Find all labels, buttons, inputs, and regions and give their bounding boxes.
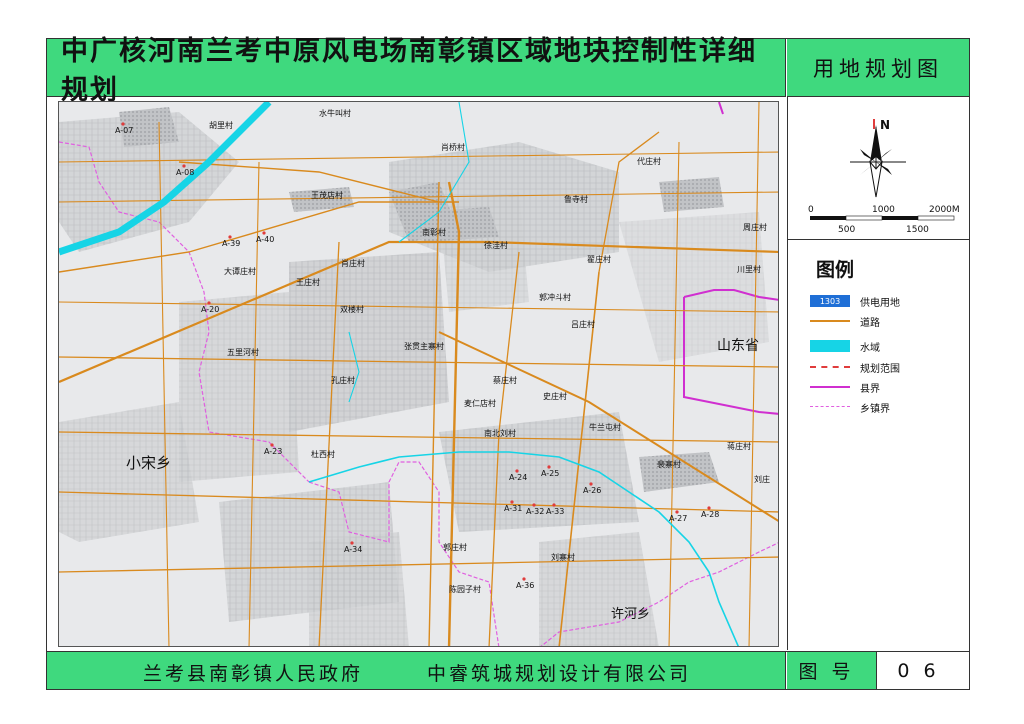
village-label: 肖桥村: [441, 142, 465, 152]
town-border-swatch: [810, 401, 850, 413]
legend-label-county-border: 县界: [860, 383, 880, 395]
footer: 兰考县南彰镇人民政府 中睿筑城规划设计有限公司 图号 06: [47, 651, 969, 689]
power-land-swatch: 1303: [810, 295, 850, 307]
village-label: 鲁寺村: [564, 194, 588, 204]
region-label: 山东省: [717, 338, 759, 354]
site-label: A-23: [264, 447, 282, 456]
scale-bar: 0 1000 2000M 500 1500: [808, 205, 960, 235]
map-title: 中广核河南兰考中原风电场南彰镇区域地块控制性详细规划: [61, 35, 757, 106]
sheet-title: 用地规划图: [813, 56, 943, 81]
village-label: 陈园子村: [449, 584, 481, 594]
village-label: 裴寨村: [657, 459, 681, 469]
village-label: 史庄村: [543, 391, 567, 401]
compass-scale-box: N 0 1000 2000M 500 1500: [788, 97, 969, 240]
legend-item-county-border: 县界: [810, 379, 880, 395]
village-label: 王茂店村: [311, 190, 343, 200]
village-label: 徐洼村: [484, 240, 508, 250]
sheet-title-box: 用地规划图: [787, 39, 969, 97]
side-panel: N 0 1000 2000M 500 1500 图例 1303 供电用地 道路: [787, 97, 969, 650]
scale-label-2000: 2000M: [929, 205, 960, 215]
water-swatch: [810, 340, 850, 352]
footer-government: 兰考县南彰镇人民政府: [143, 663, 364, 685]
village-label: 南彰村: [422, 227, 446, 237]
village-label: 双楼村: [340, 304, 364, 314]
drawing-number: 06: [878, 652, 969, 689]
village-label: 麦仁店村: [464, 398, 496, 408]
scale-label-0: 0: [808, 205, 814, 215]
village-label: 吕庄村: [571, 319, 595, 329]
legend-item-town-border: 乡镇界: [810, 399, 890, 415]
village-label: 杜西村: [311, 449, 335, 459]
village-label: 南北刘村: [484, 428, 516, 438]
village-label: 王庄村: [296, 277, 320, 287]
scale-label-500: 500: [838, 225, 855, 235]
site-label: A-33: [546, 507, 564, 516]
village-label: 胡里村: [209, 120, 233, 130]
legend-label-power: 供电用地: [860, 297, 900, 309]
north-arrow-icon: [850, 119, 906, 198]
legend-item-road: 道路: [810, 313, 880, 329]
region-label: 小宋乡: [126, 454, 171, 472]
site-label: A-27: [669, 514, 687, 523]
title-bar: 中广核河南兰考中原风电场南彰镇区域地块控制性详细规划: [47, 36, 786, 106]
planning-scope-swatch: [810, 361, 850, 373]
legend-label-town-border: 乡镇界: [860, 403, 890, 415]
site-label: A-40: [256, 235, 274, 244]
village-label: 肖庄村: [341, 258, 365, 268]
village-label: 五里河村: [227, 347, 259, 357]
village-label: 代庄村: [637, 156, 661, 166]
map-svg: 水牛叫村胡里村肖桥村代庄村王茂店村 鲁寺村南彰村徐洼村 周庄村大谭庄村 肖庄村 翟庄村川…: [59, 102, 778, 646]
legend-item-power: 1303 供电用地: [810, 293, 900, 309]
legend-label-planning-scope: 规划范围: [860, 363, 900, 375]
village-label: 翟庄村: [587, 254, 611, 264]
drawing-number-label: 图号: [787, 652, 877, 689]
footer-credits: 兰考县南彰镇人民政府 中睿筑城规划设计有限公司: [47, 652, 786, 689]
scale-label-1000: 1000: [872, 205, 895, 215]
footer-company: 中睿筑城规划设计有限公司: [427, 663, 692, 685]
power-land-code: 1303: [819, 296, 841, 306]
village-label: 张贯主寨村: [404, 341, 444, 351]
map-canvas[interactable]: 水牛叫村胡里村肖桥村代庄村王茂店村 鲁寺村南彰村徐洼村 周庄村大谭庄村 肖庄村 翟庄村川…: [58, 101, 779, 647]
site-label: A-26: [583, 486, 601, 495]
compass-svg: N 0 1000 2000M 500 1500: [808, 118, 960, 235]
village-label: 蔡庄村: [493, 375, 517, 385]
scale-label-1500: 1500: [906, 225, 929, 235]
site-label: A-31: [504, 504, 522, 513]
county-border-swatch: [810, 381, 850, 393]
site-label: A-08: [176, 168, 194, 177]
site-label: A-28: [701, 510, 719, 519]
site-label: A-34: [344, 545, 362, 554]
region-label: 许河乡: [611, 607, 650, 622]
site-label: A-36: [516, 581, 534, 590]
site-label: A-39: [222, 239, 240, 248]
road-swatch: [810, 315, 850, 327]
legend-item-water: 水域: [810, 338, 880, 354]
village-label: 郭冲斗村: [539, 292, 571, 302]
village-label: 刘庄: [754, 474, 770, 484]
village-label: 郭庄村: [443, 542, 467, 552]
village-label: 刘寨村: [551, 552, 575, 562]
site-label: A-32: [526, 507, 544, 516]
village-label: 孔庄村: [331, 375, 355, 385]
village-label: 牛兰屯村: [589, 422, 621, 432]
site-label: A-24: [509, 473, 527, 482]
legend-label-road: 道路: [860, 317, 880, 329]
site-label: A-07: [115, 126, 133, 135]
north-label: N: [880, 118, 890, 132]
legend-title: 图例: [816, 259, 855, 281]
site-label: A-20: [201, 305, 219, 314]
legend-label-water: 水域: [860, 342, 880, 354]
village-label: 川里村: [737, 264, 761, 274]
village-label: 水牛叫村: [319, 108, 351, 118]
legend-item-planning-scope: 规划范围: [810, 359, 900, 375]
village-label: 大谭庄村: [224, 266, 256, 276]
village-label: 周庄村: [743, 222, 767, 232]
village-label: 蒋庄村: [727, 441, 751, 451]
site-label: A-25: [541, 469, 559, 478]
